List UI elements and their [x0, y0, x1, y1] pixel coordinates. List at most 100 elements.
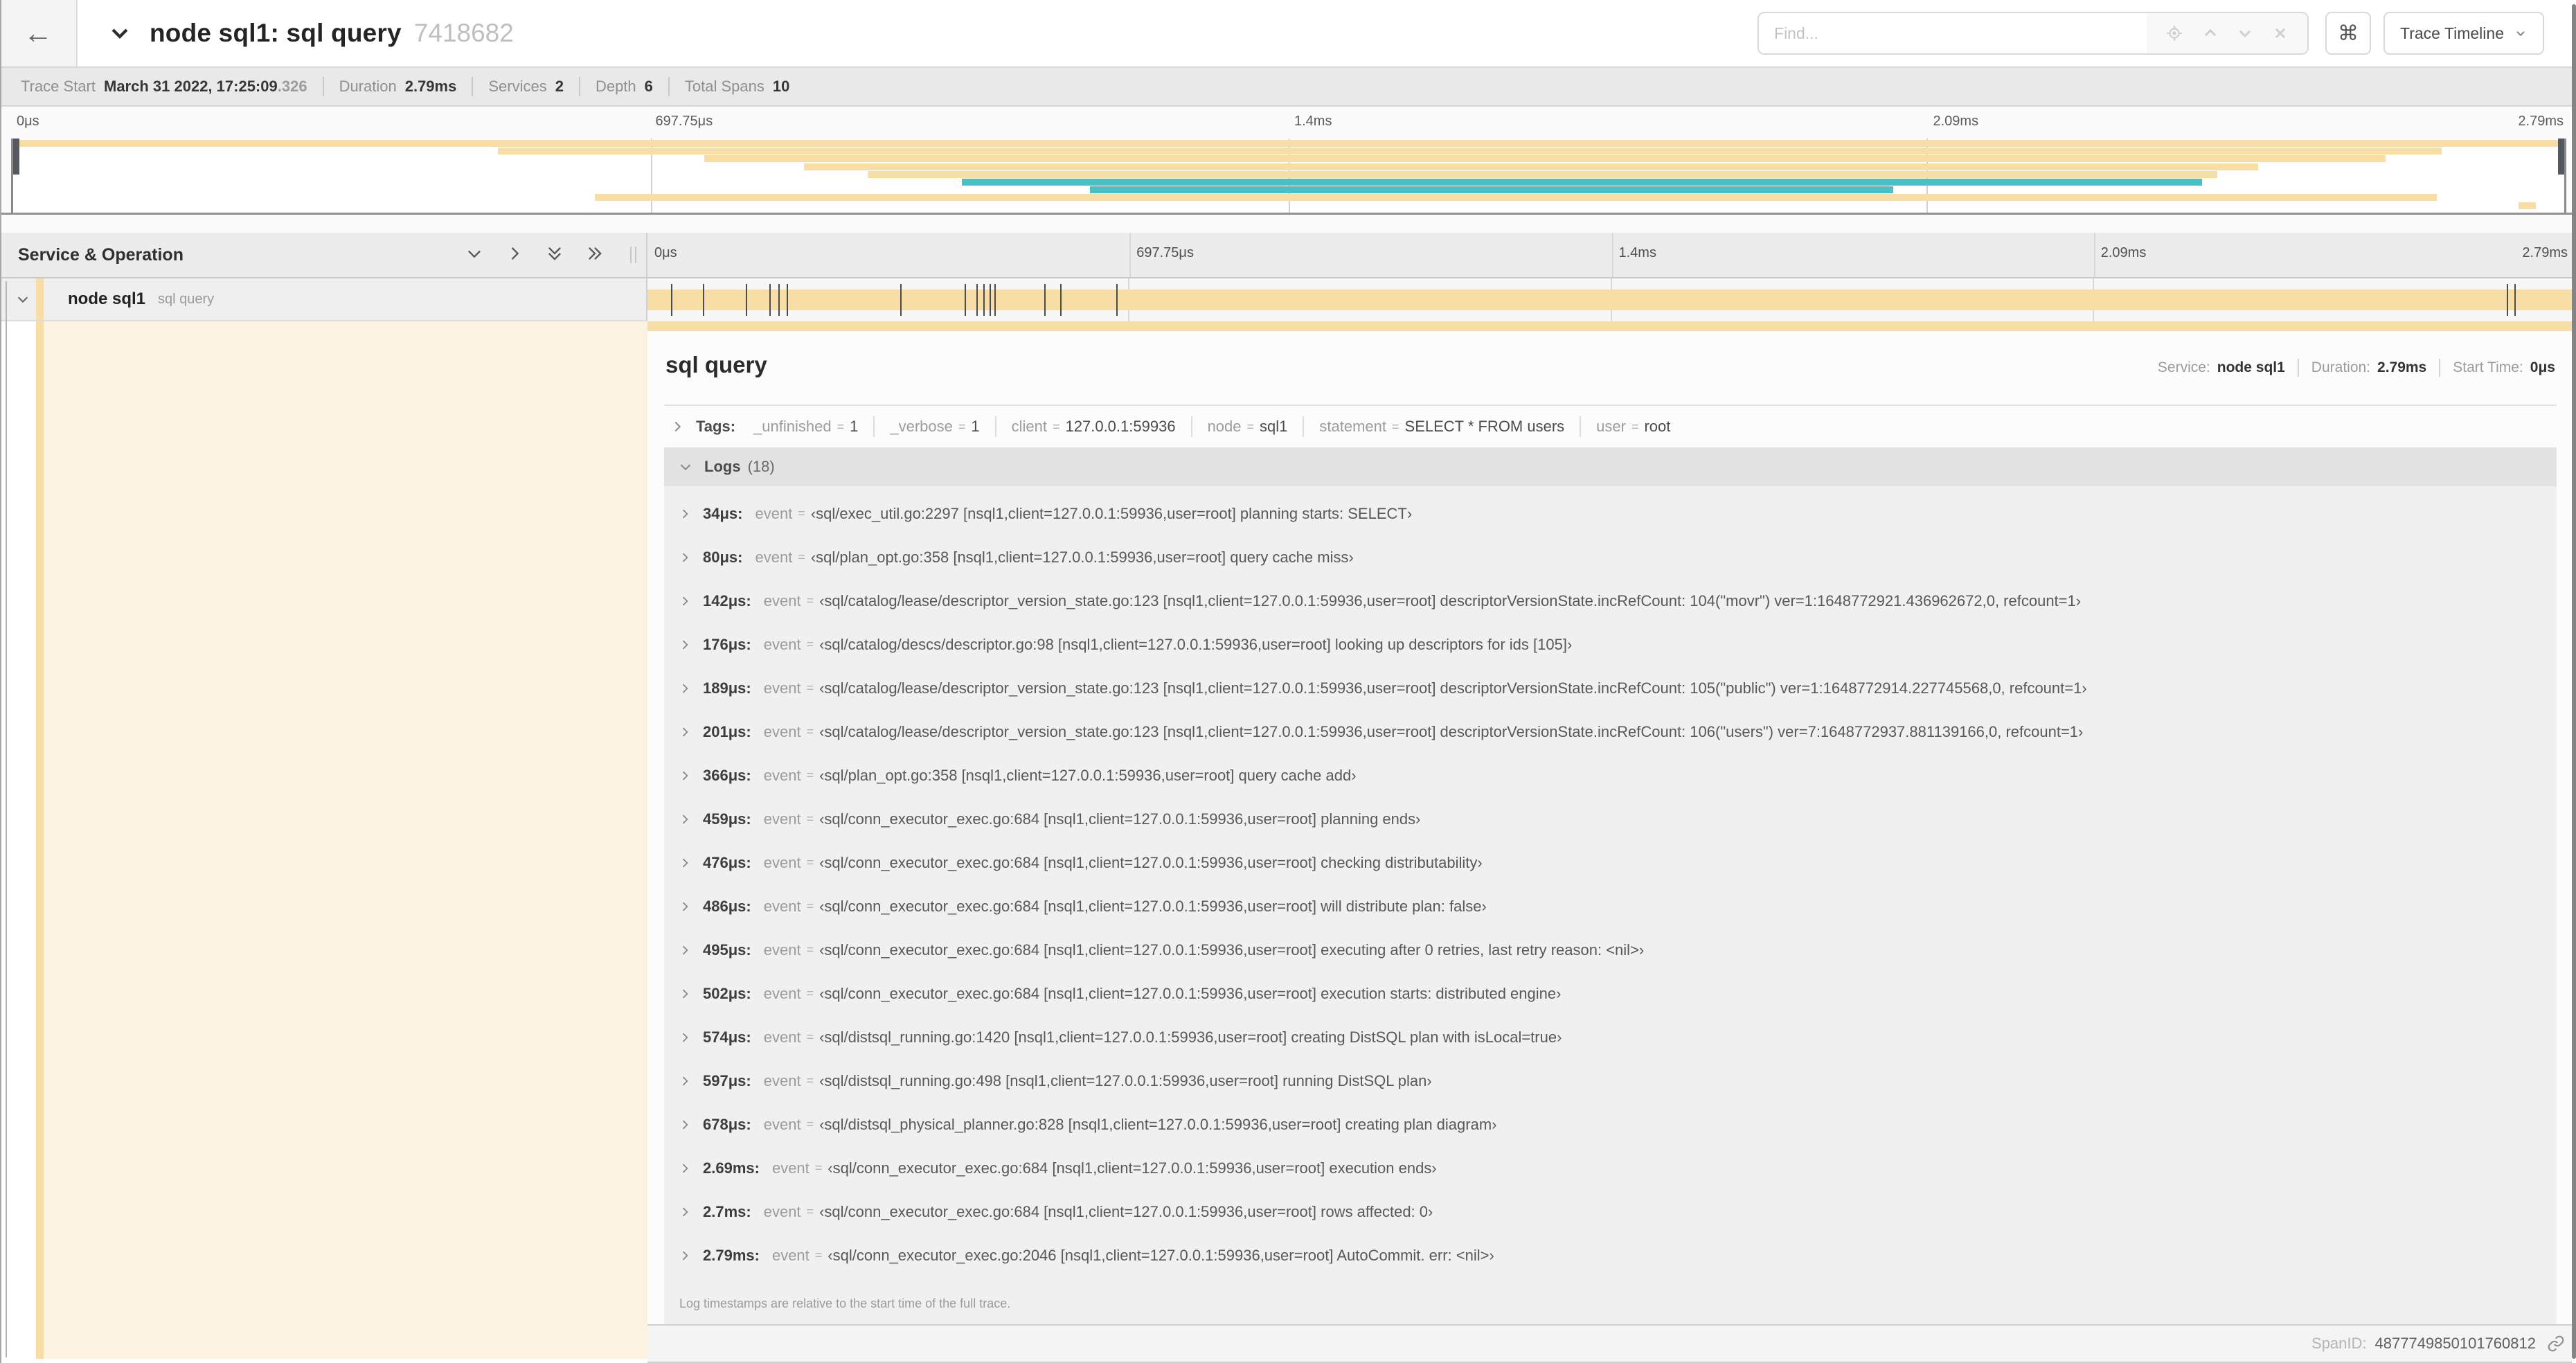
equals-sign: =	[958, 419, 966, 434]
trace-summary-item: Trace Start March 31 2022, 17:25:09.326	[21, 78, 307, 96]
log-entry-row[interactable]: 486μs: event = ‹sql/conn_executor_exec.go:6…	[664, 884, 2557, 928]
chevron-down-icon[interactable]	[678, 459, 693, 474]
log-entry-row[interactable]: 597μs: event = ‹sql/distsql_running.go:498 …	[664, 1059, 2557, 1103]
chevron-right-icon[interactable]	[678, 987, 692, 1001]
expand-all-icon[interactable]	[585, 244, 605, 267]
log-entry-row[interactable]: 189μs: event = ‹sql/catalog/lease/descripto…	[664, 666, 2557, 710]
chevron-down-icon[interactable]	[15, 292, 30, 307]
chevron-right-icon[interactable]	[678, 1161, 692, 1175]
log-marker-tick	[778, 284, 780, 316]
chevron-down-icon[interactable]	[108, 21, 132, 45]
log-entry-row[interactable]: 366μs: event = ‹sql/plan_opt.go:358 [nsql1,…	[664, 754, 2557, 797]
chevron-right-icon[interactable]	[678, 812, 692, 826]
chevron-right-icon[interactable]	[678, 638, 692, 652]
chevron-right-icon[interactable]	[678, 1031, 692, 1044]
span-row[interactable]: node sql1 sql query	[0, 278, 2576, 321]
tag-item[interactable]: client = 127.0.0.1:59936	[1012, 418, 1176, 436]
keyboard-shortcuts-button[interactable]: ⌘	[2325, 12, 2372, 55]
tag-value: 1	[850, 418, 859, 435]
span-duration-bar[interactable]	[647, 289, 2576, 310]
tags-accordion[interactable]: Tags: _unfinished = 1 _verbose = 1 client = 127.…	[664, 406, 2557, 447]
logs-header[interactable]: Logs (18)	[664, 447, 2557, 486]
log-entry-row[interactable]: 2.69ms: event = ‹sql/conn_executor_exec.go:…	[664, 1146, 2557, 1190]
chevron-right-icon[interactable]	[678, 725, 692, 739]
minimap-right-scrubber[interactable]	[2558, 139, 2564, 175]
span-service-name[interactable]: node sql1	[68, 289, 145, 309]
tag-item[interactable]: user = root	[1596, 418, 1670, 436]
vertical-scrollbar[interactable]	[2572, 4, 2576, 1359]
log-entry-row[interactable]: 2.79ms: event = ‹sql/conn_executor_exec.go:…	[664, 1233, 2557, 1277]
tag-item[interactable]: _verbose = 1	[890, 418, 979, 436]
span-bar-cell[interactable]	[647, 278, 2576, 321]
log-entry-row[interactable]: 142μs: event = ‹sql/catalog/lease/descripto…	[664, 579, 2557, 623]
log-entry-row[interactable]: 34μs: event = ‹sql/exec_util.go:2297 [nsql1…	[664, 492, 2557, 535]
log-field-value: ‹sql/plan_opt.go:358 [nsql1,client=127.0…	[810, 548, 1354, 566]
chevron-right-icon[interactable]	[678, 594, 692, 608]
tag-item[interactable]: _unfinished = 1	[753, 418, 858, 436]
log-entry-row[interactable]: 2.7ms: event = ‹sql/conn_executor_exec.go:6…	[664, 1190, 2557, 1233]
link-icon[interactable]	[2547, 1335, 2565, 1353]
view-selector-label: Trace Timeline	[2400, 24, 2504, 42]
trace-summary-item: Services 2	[488, 78, 564, 96]
chevron-down-icon	[2514, 26, 2528, 40]
log-entry-row[interactable]: 678μs: event = ‹sql/distsql_physical_planne…	[664, 1103, 2557, 1146]
log-entry-row[interactable]: 201μs: event = ‹sql/catalog/lease/descripto…	[664, 710, 2557, 754]
chevron-right-icon[interactable]	[678, 1074, 692, 1088]
chevron-down-icon[interactable]	[2237, 25, 2253, 42]
span-name-cell[interactable]: node sql1 sql query	[0, 278, 647, 321]
chevron-right-icon[interactable]	[678, 856, 692, 870]
log-entry-row[interactable]: 476μs: event = ‹sql/conn_executor_exec.go:6…	[664, 841, 2557, 884]
log-field-value: ‹sql/catalog/lease/descriptor_version_st…	[819, 591, 2082, 609]
chevron-up-icon[interactable]	[2202, 25, 2219, 42]
log-entry-row[interactable]: 574μs: event = ‹sql/distsql_running.go:1420…	[664, 1015, 2557, 1059]
name-column-scroll-track[interactable]	[6, 281, 7, 1357]
window-left-border	[0, 0, 1, 1363]
minimap-span-bar	[594, 194, 2437, 202]
collapse-one-icon[interactable]	[465, 244, 484, 267]
span-operation-name[interactable]: sql query	[158, 292, 214, 308]
meta-label: Service:	[2157, 359, 2210, 375]
log-marker-tick	[983, 284, 985, 316]
tag-value: 1	[971, 418, 980, 435]
chevron-right-icon[interactable]	[670, 419, 685, 434]
chevron-right-icon[interactable]	[678, 900, 692, 914]
chevron-right-icon[interactable]	[678, 1118, 692, 1132]
find-input[interactable]	[1759, 13, 2147, 53]
back-button[interactable]: ←	[0, 0, 78, 66]
chevron-right-icon[interactable]	[678, 943, 692, 957]
tag-value: 127.0.0.1:59936	[1065, 418, 1176, 435]
log-entry-row[interactable]: 495μs: event = ‹sql/conn_executor_exec.go:6…	[664, 928, 2557, 972]
log-entry-row[interactable]: 80μs: event = ‹sql/plan_opt.go:358 [nsql1,c…	[664, 535, 2557, 579]
tag-item[interactable]: node = sql1	[1208, 418, 1288, 436]
page-title: node sql1: sql query	[150, 19, 402, 47]
clear-icon[interactable]	[2272, 25, 2289, 42]
minimap-left-scrubber[interactable]	[13, 139, 19, 175]
chevron-right-icon[interactable]	[678, 1205, 692, 1219]
minimap-span-bar	[962, 179, 2202, 186]
divider	[322, 77, 324, 96]
log-entry-row[interactable]: 176μs: event = ‹sql/catalog/descs/descripto…	[664, 623, 2557, 666]
tags-label: Tags:	[696, 418, 736, 435]
timeline-axis-label: 2.79ms	[2522, 245, 2568, 260]
chevron-right-icon[interactable]	[678, 1249, 692, 1263]
minimap-canvas[interactable]	[11, 139, 2566, 213]
tag-item[interactable]: statement = SELECT * FROM users	[1319, 418, 1564, 436]
chevron-right-icon[interactable]	[678, 769, 692, 783]
detail-row-left-rail	[0, 321, 647, 1359]
collapse-all-icon[interactable]	[545, 244, 564, 267]
trace-view-selector[interactable]: Trace Timeline	[2383, 12, 2544, 55]
chevron-right-icon[interactable]	[678, 507, 692, 521]
log-timestamp: 2.69ms:	[703, 1159, 760, 1177]
span-color-accent	[36, 278, 44, 320]
equals-sign: =	[814, 1248, 823, 1262]
divider	[2297, 359, 2299, 377]
log-field-value: ‹sql/conn_executor_exec.go:684 [nsql1,cl…	[819, 1202, 1433, 1220]
log-entry-row[interactable]: 502μs: event = ‹sql/conn_executor_exec.go:6…	[664, 972, 2557, 1015]
log-entry-row[interactable]: 459μs: event = ‹sql/conn_executor_exec.go:6…	[664, 797, 2557, 841]
column-resizer-grip[interactable]	[630, 247, 636, 263]
chevron-right-icon[interactable]	[678, 551, 692, 564]
chevron-right-icon[interactable]	[678, 682, 692, 695]
locate-icon[interactable]	[2165, 24, 2183, 42]
expand-one-icon[interactable]	[505, 244, 524, 267]
minimap-axis-label: 697.75μs	[655, 114, 713, 129]
